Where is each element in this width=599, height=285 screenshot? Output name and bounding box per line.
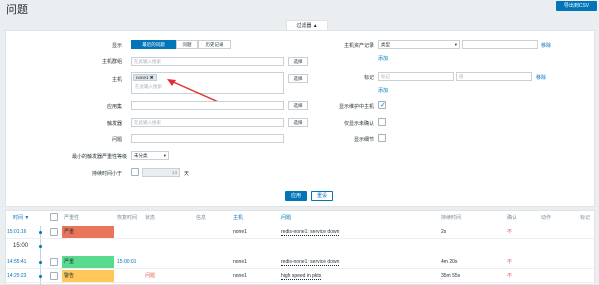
duration-cell: 4m 20s — [441, 259, 458, 265]
col-info: 信息 — [196, 215, 207, 221]
timeline-dot — [39, 231, 42, 234]
problem-link[interactable]: redis-none1: service down — [281, 229, 340, 236]
ack-link[interactable]: 不 — [507, 270, 512, 283]
tags-label: 标记 — [363, 75, 374, 81]
min-severity-label: 最小的触发器严重性等级 — [71, 154, 127, 160]
tag-value-input[interactable]: 值 — [456, 72, 532, 81]
host-groups-select-button[interactable]: 选择 — [288, 57, 308, 66]
tag-remove-link[interactable]: 移除 — [536, 74, 546, 81]
event-time[interactable]: 14:25:23 — [7, 270, 26, 283]
host-inventory-label: 主机资产记录 — [343, 43, 374, 49]
show-history[interactable]: 历史记录 — [198, 40, 231, 49]
inventory-value-input[interactable] — [462, 40, 538, 49]
problem-link[interactable]: redis-none1: service down — [281, 259, 340, 266]
timeline-dot — [39, 275, 42, 278]
col-ack: 确认 — [507, 215, 518, 221]
date-marker: 15:00 — [13, 243, 29, 249]
row-checkbox[interactable] — [50, 258, 58, 266]
inventory-add-link[interactable]: 添加 — [378, 55, 388, 62]
timeline-dot — [39, 245, 42, 248]
host-groups-label: 主机群组 — [101, 59, 122, 65]
apply-button[interactable]: 应用 — [285, 191, 307, 201]
details-checkbox[interactable] — [378, 134, 386, 142]
col-status: 状态 — [145, 215, 156, 221]
age-unit: 天 — [184, 171, 190, 177]
min-severity-select[interactable]: 未分类 ▾ — [131, 151, 169, 160]
tag-add-link[interactable]: 添加 — [378, 87, 388, 94]
ack-link[interactable]: 不 — [507, 226, 512, 239]
event-time[interactable]: 14:55:41 — [7, 256, 26, 269]
remove-tag-icon[interactable]: ✖ — [150, 75, 154, 80]
chevron-down-icon: ▾ — [163, 153, 166, 158]
problem-input[interactable] — [131, 134, 284, 143]
show-label: 显示 — [111, 43, 122, 49]
details-label: 显示细节 — [353, 137, 374, 143]
age-checkbox[interactable] — [131, 168, 139, 176]
host-link[interactable]: none1 — [233, 256, 247, 269]
host-groups-input[interactable]: 在此输入搜索 — [131, 57, 284, 66]
col-severity[interactable]: 严重性 — [64, 214, 79, 221]
row-checkbox[interactable] — [50, 228, 58, 236]
export-csv-button[interactable]: 导出到CSV — [556, 1, 597, 11]
col-time[interactable]: 时间 ▼ — [13, 214, 29, 221]
col-tags: 标记 — [580, 215, 591, 221]
row-checkbox[interactable] — [50, 272, 58, 280]
problem-link[interactable]: high speed in pkts — [281, 273, 322, 280]
timeline-dot — [39, 261, 42, 264]
problem-label: 问题 — [111, 137, 122, 143]
ack-link[interactable]: 不 — [507, 256, 512, 269]
hosts-label: 主机 — [111, 77, 122, 83]
age-input[interactable]: 14 — [142, 168, 180, 177]
select-all-checkbox[interactable] — [50, 213, 58, 221]
page-title: 问题 — [6, 4, 28, 16]
col-duration: 持续时间 — [441, 215, 462, 221]
duration-cell: 35m 55s — [441, 273, 461, 279]
application-label: 应用集 — [106, 104, 122, 110]
duration-cell: 2s — [441, 229, 447, 235]
event-time[interactable]: 15:01:16 — [7, 226, 26, 239]
unack-checkbox[interactable] — [378, 118, 386, 126]
reset-button[interactable]: 重设 — [311, 191, 333, 201]
host-link[interactable]: none1 — [233, 270, 247, 283]
triggers-input[interactable]: 在此输入搜索 — [131, 118, 284, 127]
age-label: 持续时间小于 — [91, 171, 122, 177]
host-link[interactable]: none1 — [233, 226, 247, 239]
inventory-remove-link[interactable]: 移除 — [541, 42, 551, 49]
col-actions: 动作 — [541, 215, 552, 221]
severity-cell: 警告 — [62, 270, 114, 282]
show-problems[interactable]: 问题 — [176, 40, 198, 49]
hosts-placeholder: 在此输入搜索 — [135, 84, 162, 89]
status-cell: 问题 — [145, 273, 156, 279]
chevron-down-icon: ▾ — [454, 42, 457, 47]
application-input[interactable] — [131, 101, 284, 110]
col-recovery: 恢复时间 — [117, 215, 138, 221]
recovery-time[interactable]: 15:00:01 — [117, 256, 136, 269]
host-tag-label: none1 — [136, 75, 149, 80]
triggers-label: 触发器 — [106, 121, 122, 127]
maintenance-checkbox[interactable] — [378, 101, 386, 109]
unack-label: 仅显示未确认 — [343, 121, 374, 127]
host-tag: none1 ✖ — [133, 74, 157, 81]
severity-cell: 严重 — [62, 256, 114, 268]
col-problem[interactable]: 问题 — [281, 214, 291, 221]
col-host[interactable]: 主机 — [233, 214, 243, 221]
severity-cell: 严重 — [62, 226, 114, 238]
maintenance-label: 显示维护中主机 — [338, 104, 374, 110]
show-recent-problems[interactable]: 最近的问题 — [131, 40, 176, 49]
tag-name-input[interactable]: 标记 — [378, 72, 454, 81]
inventory-type-select[interactable]: 类型 ▾ — [378, 40, 460, 49]
